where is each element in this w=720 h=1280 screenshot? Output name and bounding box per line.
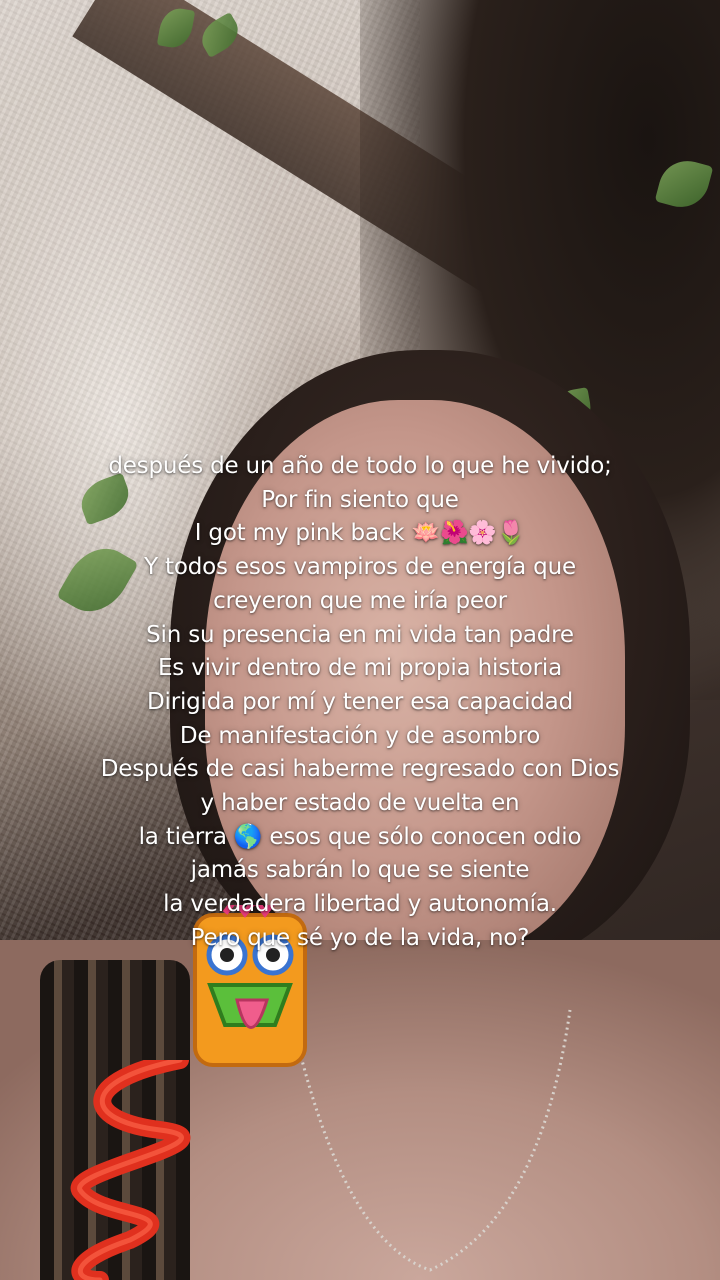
caption-line-13: jamás sabrán lo que se siente [190,857,530,884]
caption-line-12: la tierra 🌎 esos que sólo conocen odio [138,823,582,850]
caption-line-9: De manifestación y de asombro [179,722,541,749]
caption-line-4: Y todos esos vampiros de energía que [144,554,576,581]
caption-line-14: la verdadera libertad y autonomía. [163,891,557,918]
caption-line-6: Sin su presencia en mi vida tan padre [146,621,574,648]
caption-line-8: Dirigida por mí y tener esa capacidad [147,688,573,715]
caption-line-1: después de un año de todo lo que he vivi… [108,453,612,479]
caption-line-2: Por fin siento que [261,486,459,513]
caption-line-10: Después de casi haberme regresado con Di… [100,756,620,783]
necklace [288,1009,572,1272]
caption-line-15: Pero que sé yo de la vida, no? [190,924,530,951]
video-caption: después de un año de todo lo que he vivi… [20,450,700,956]
caption-line-11: y haber estado de vuelta en [200,790,520,817]
spiral-straw [70,1060,191,1280]
caption-line-5: creyeron que me iría peor [213,587,507,614]
video-frame: después de un año de todo lo que he vivi… [0,0,720,1280]
caption-line-3: I got my pink back 🪷🌺🌸🌷 [194,520,526,547]
caption-line-7: Es vivir dentro de mi propia historia [157,655,563,682]
